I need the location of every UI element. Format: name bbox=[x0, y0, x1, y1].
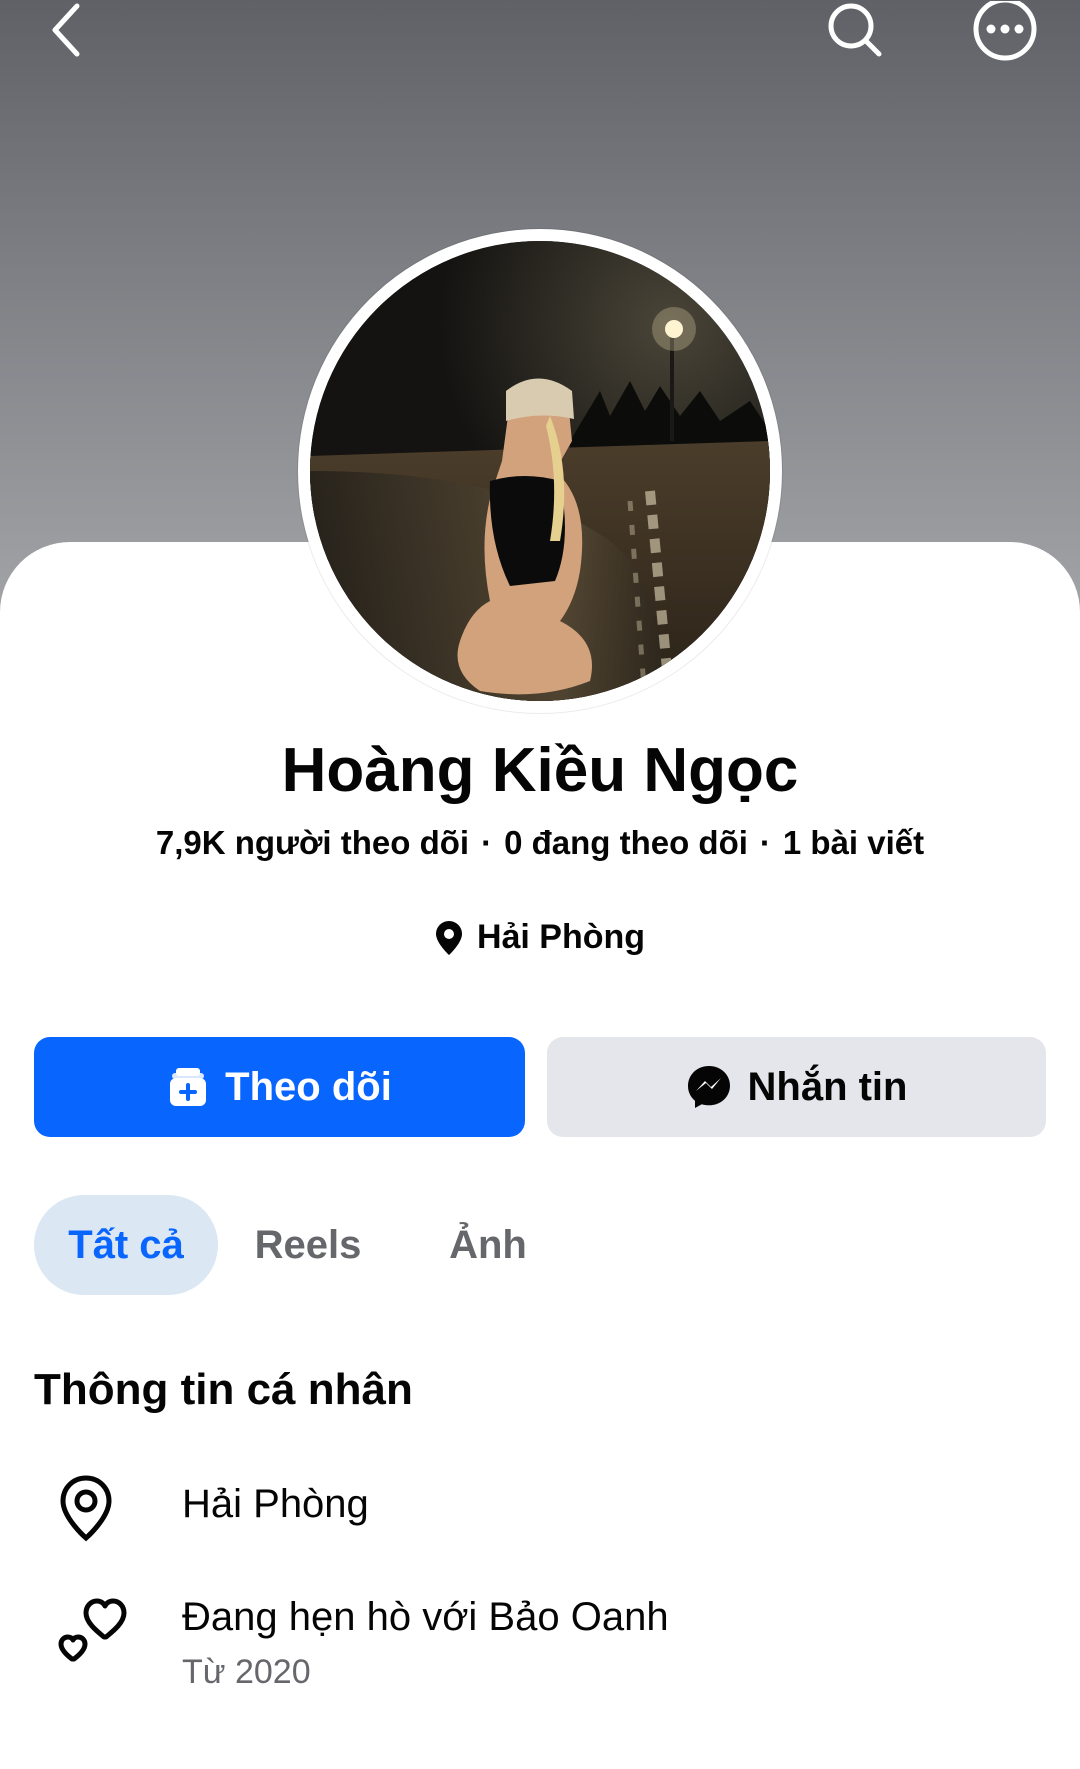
about-relationship-text: Đang hẹn hò với Bảo Oanh bbox=[182, 1595, 669, 1639]
back-button[interactable] bbox=[30, 0, 100, 60]
profile-name: Hoàng Kiều Ngọc bbox=[281, 736, 799, 805]
map-pin-icon bbox=[435, 920, 462, 955]
follow-page-icon bbox=[170, 1068, 207, 1106]
profile-location-text: Hải Phòng bbox=[476, 918, 646, 956]
about-location-text: Hải Phòng bbox=[182, 1482, 369, 1526]
posts-count: 1 bài viết bbox=[782, 824, 925, 861]
stats-separator: · bbox=[759, 824, 771, 861]
more-options-button[interactable] bbox=[965, 0, 1045, 62]
hearts-icon bbox=[58, 1598, 127, 1662]
profile-sheet bbox=[0, 542, 1080, 1769]
tab-all[interactable]: Tất cả bbox=[34, 1195, 218, 1295]
profile-avatar[interactable] bbox=[298, 229, 782, 713]
followers-count[interactable]: 7,9K người theo dõi bbox=[156, 824, 469, 861]
about-section-title: Thông tin cá nhân bbox=[34, 1365, 413, 1414]
messenger-icon bbox=[687, 1066, 730, 1108]
message-button-label: Nhắn tin bbox=[747, 1064, 908, 1109]
stats-separator: · bbox=[481, 824, 493, 861]
profile-stats: 7,9K người theo dõi · 0 đang theo dõi · 1 bà… bbox=[0, 824, 1080, 862]
more-horizontal-icon bbox=[973, 1, 1037, 61]
following-count[interactable]: 0 đang theo dõi bbox=[504, 824, 748, 861]
message-button[interactable]: Nhắn tin bbox=[547, 1037, 1046, 1137]
follow-button-label: Theo dõi bbox=[225, 1064, 392, 1109]
profile-tabs: Tất cả Reels Ảnh bbox=[34, 1195, 578, 1295]
about-item-relationship: Đang hẹn hò với Bảo Oanh Từ 2020 bbox=[0, 1593, 1080, 1703]
map-pin-icon bbox=[60, 1475, 112, 1542]
avatar-image bbox=[310, 241, 770, 701]
chevron-left-icon bbox=[52, 3, 80, 57]
follow-button[interactable]: Theo dõi bbox=[34, 1037, 525, 1137]
about-relationship-since: Từ 2020 bbox=[182, 1653, 311, 1691]
tab-photos[interactable]: Ảnh bbox=[398, 1195, 578, 1295]
profile-location: Hải Phòng bbox=[0, 918, 1080, 957]
search-icon bbox=[828, 3, 882, 57]
about-item-location: Hải Phòng bbox=[0, 1470, 1080, 1542]
tab-reels[interactable]: Reels bbox=[218, 1195, 398, 1295]
search-button[interactable] bbox=[820, 0, 890, 60]
